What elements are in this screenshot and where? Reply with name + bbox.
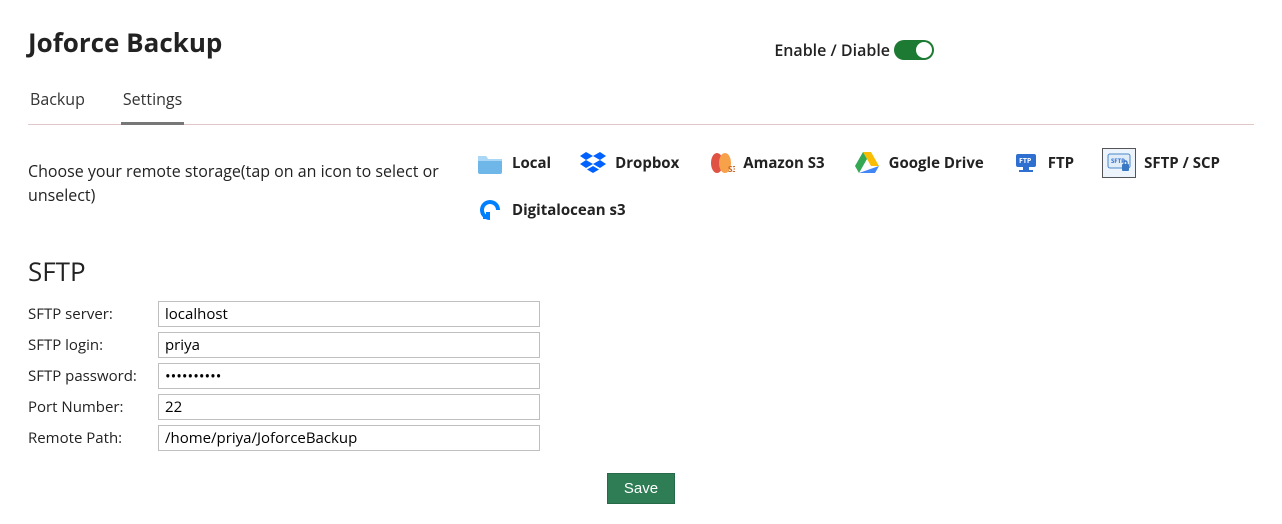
dropbox-icon — [579, 151, 607, 175]
page-title: Joforce Backup — [28, 24, 222, 60]
digitalocean-icon — [476, 198, 504, 222]
svg-text:FTP: FTP — [1019, 157, 1032, 166]
storage-option-local[interactable]: Local — [473, 148, 554, 178]
ftp-icon: FTP — [1012, 151, 1040, 175]
storage-options: Local Dropbox S3 Amazon S3 Google Drive — [473, 145, 1254, 225]
sftp-server-input[interactable] — [158, 301, 540, 327]
port-number-input[interactable] — [158, 394, 540, 420]
storage-option-label: FTP — [1048, 153, 1074, 173]
enable-toggle[interactable] — [894, 40, 934, 60]
storage-option-google-drive[interactable]: Google Drive — [850, 148, 987, 178]
sftp-password-label: SFTP password: — [28, 366, 158, 386]
tab-settings[interactable]: Settings — [121, 82, 184, 125]
sftp-login-input[interactable] — [158, 332, 540, 358]
storage-option-label: Local — [512, 153, 551, 173]
tab-backup[interactable]: Backup — [28, 82, 87, 124]
svg-text:SFTP: SFTP — [1111, 157, 1125, 165]
sftp-login-label: SFTP login: — [28, 335, 158, 355]
sftp-server-label: SFTP server: — [28, 304, 158, 324]
storage-option-label: Digitalocean s3 — [512, 200, 626, 220]
storage-option-dropbox[interactable]: Dropbox — [576, 148, 682, 178]
save-button[interactable]: Save — [607, 473, 675, 504]
folder-icon — [476, 151, 504, 175]
section-title: SFTP — [28, 253, 1254, 289]
google-drive-icon — [853, 151, 881, 175]
svg-text:S3: S3 — [728, 164, 735, 174]
tabs: Backup Settings — [28, 82, 1254, 125]
remote-path-input[interactable] — [158, 425, 540, 451]
sftp-icon: SFTP — [1102, 148, 1136, 178]
storage-hint: Choose your remote storage(tap on an ico… — [28, 145, 443, 207]
storage-option-label: Amazon S3 — [743, 153, 824, 173]
port-number-label: Port Number: — [28, 397, 158, 417]
storage-option-sftp[interactable]: SFTP SFTP / SCP — [1099, 145, 1223, 181]
enable-toggle-label: Enable / Diable — [774, 39, 890, 61]
storage-option-label: Dropbox — [615, 153, 679, 173]
storage-option-amazon-s3[interactable]: S3 Amazon S3 — [704, 148, 827, 178]
storage-option-digitalocean-s3[interactable]: Digitalocean s3 — [473, 195, 629, 225]
storage-option-label: Google Drive — [889, 153, 984, 173]
storage-option-ftp[interactable]: FTP FTP — [1009, 148, 1077, 178]
sftp-password-input[interactable] — [158, 363, 540, 389]
storage-option-label: SFTP / SCP — [1144, 153, 1220, 173]
amazon-s3-icon: S3 — [707, 151, 735, 175]
remote-path-label: Remote Path: — [28, 428, 158, 448]
